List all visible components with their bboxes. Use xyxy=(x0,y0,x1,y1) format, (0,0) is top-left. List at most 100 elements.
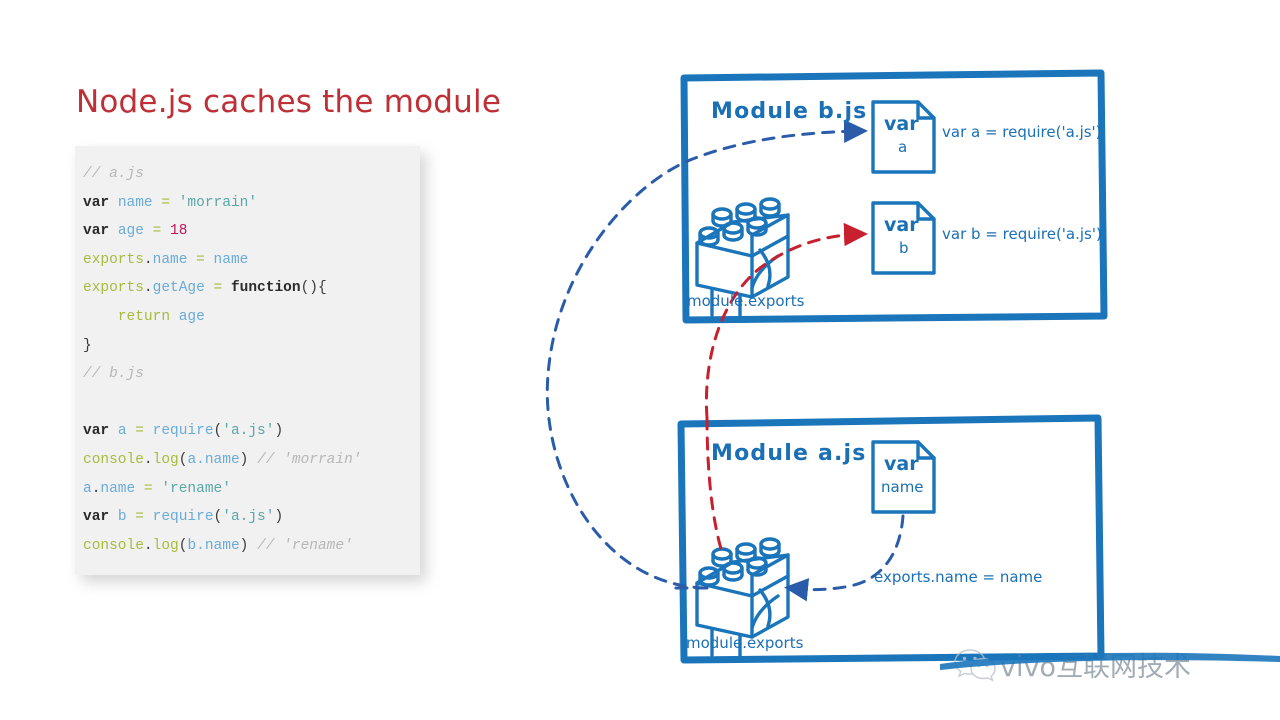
module-b-title: Module b.js xyxy=(711,99,868,124)
code-lines: // a.js var name = 'morrain' var age = 18 e… xyxy=(75,160,420,560)
code-token: . xyxy=(143,280,153,297)
module-a-exports-label: module.exports xyxy=(686,634,804,652)
code-token: 'rename' xyxy=(161,480,231,497)
code-token: a xyxy=(117,423,127,440)
code-token: b xyxy=(117,509,127,526)
doc-a-keyword: var xyxy=(884,113,919,135)
code-token: var xyxy=(83,423,110,440)
code-token: // b.js xyxy=(83,366,144,383)
connector-cache-hit xyxy=(705,416,724,554)
code-line: var age = 18 xyxy=(83,217,420,246)
code-token: function xyxy=(230,280,301,297)
code-token: } xyxy=(83,337,92,354)
code-token: (){ xyxy=(300,280,327,297)
code-line: return age xyxy=(83,303,420,332)
code-token: exports xyxy=(83,280,144,297)
module-b-expr-b: var b = require('a.js') xyxy=(942,225,1102,243)
code-token: 'morrain' xyxy=(178,194,258,211)
doc-name-varname: name xyxy=(881,478,924,496)
code-token: = xyxy=(143,480,153,497)
code-token: name xyxy=(152,251,188,268)
code-token: = xyxy=(135,423,144,440)
code-token: var xyxy=(83,509,110,526)
code-snippet-card: // a.js var name = 'morrain' var age = 18 e… xyxy=(75,146,420,575)
module-a-expr-exports: exports.name = name xyxy=(874,568,1043,586)
code-token: console xyxy=(83,451,144,468)
code-token: // 'rename' xyxy=(257,537,353,554)
code-token: = xyxy=(213,280,223,297)
code-token: 18 xyxy=(170,223,188,240)
code-token: log xyxy=(152,451,179,468)
code-line: } xyxy=(83,332,420,361)
code-line: exports.name = name xyxy=(83,246,420,275)
code-token: . xyxy=(143,537,153,554)
page-title: Node.js caches the module xyxy=(76,84,502,120)
code-token: // a.js xyxy=(83,166,144,182)
code-token: b.name xyxy=(187,537,240,554)
code-token: a xyxy=(83,480,92,497)
code-line: var a = require('a.js') xyxy=(83,417,420,446)
code-token: ( xyxy=(213,509,223,526)
code-line: a.name = 'rename' xyxy=(83,475,420,504)
code-line: var b = require('a.js') xyxy=(83,503,420,532)
code-token: ( xyxy=(213,423,223,440)
code-token: 'a.js' xyxy=(222,509,275,526)
code-token: log xyxy=(152,537,179,554)
doc-name-keyword: var xyxy=(884,453,919,475)
code-token: getAge xyxy=(152,280,205,297)
code-token: ) xyxy=(274,509,284,526)
code-token: console xyxy=(83,537,144,554)
code-token: var xyxy=(83,223,110,240)
code-token: 'a.js' xyxy=(222,423,275,440)
code-token: name xyxy=(100,480,136,497)
code-token: ) xyxy=(274,423,284,440)
slide-canvas: Node.js caches the module // a.js var nam… xyxy=(0,0,1280,720)
module-a-title: Module a.js xyxy=(711,441,867,466)
doc-a-varname: a xyxy=(898,138,908,156)
code-line: // b.js xyxy=(83,360,420,389)
code-token: name xyxy=(117,194,153,211)
watermark-band xyxy=(940,652,1280,670)
connector-cache-hit-2 xyxy=(704,222,868,420)
module-b-expr-a: var a = require('a.js') xyxy=(942,123,1102,141)
code-line: // a.js xyxy=(83,160,420,189)
code-token: age xyxy=(117,223,144,240)
code-line: exports.getAge = function(){ xyxy=(83,274,420,303)
code-token: . xyxy=(143,251,153,268)
code-line: var name = 'morrain' xyxy=(83,189,420,218)
code-token: name xyxy=(213,251,249,268)
code-token: . xyxy=(143,451,153,468)
code-token: // 'morrain' xyxy=(257,451,362,468)
code-token: a.name xyxy=(187,451,240,468)
code-token: require xyxy=(152,423,214,440)
doc-b-varname: b xyxy=(899,239,909,257)
connector-cached-exports xyxy=(545,119,868,590)
code-token: = xyxy=(135,509,144,526)
code-line xyxy=(83,389,420,418)
code-token: return xyxy=(117,308,171,325)
code-token: exports xyxy=(83,251,144,268)
code-token: = xyxy=(161,194,171,211)
code-line: console.log(b.name) // 'rename' xyxy=(83,532,420,561)
code-token: require xyxy=(152,509,214,526)
